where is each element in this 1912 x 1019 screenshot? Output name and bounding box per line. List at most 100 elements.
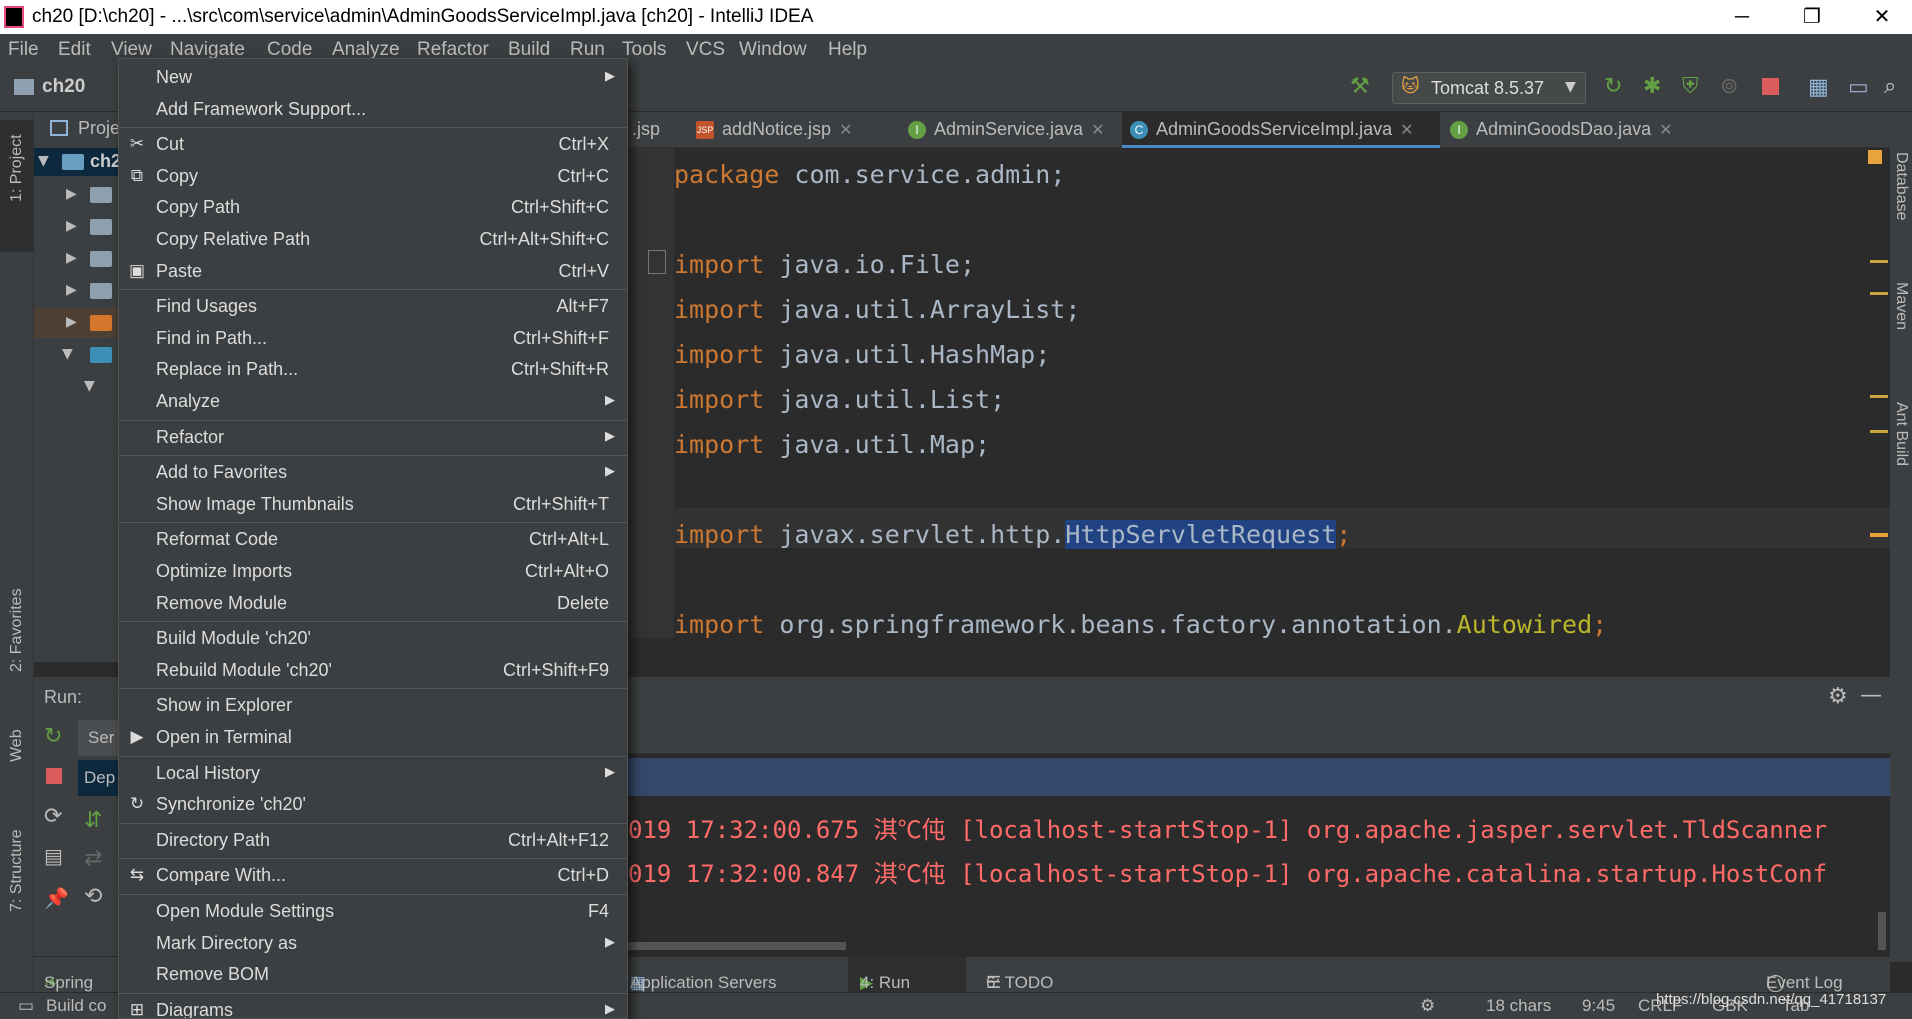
menu-window[interactable]: Window: [739, 39, 807, 61]
menu-item-show-image-thumbnails[interactable]: Show Image Thumbnails Ctrl+Shift+T: [119, 490, 627, 520]
collapse-icon[interactable]: ▶: [66, 314, 77, 330]
sync-icon[interactable]: ⟲: [84, 884, 102, 909]
code-line-import: import java.util.Map;: [674, 430, 991, 459]
stop-icon[interactable]: [46, 768, 62, 784]
rerun-icon[interactable]: ↻: [44, 724, 62, 749]
tool-tab-favorites[interactable]: 2: Favorites: [8, 588, 26, 672]
fold-icon[interactable]: [648, 250, 666, 274]
menu-item-add-to-favorites[interactable]: Add to Favorites ▶: [119, 458, 627, 488]
menu-item-mark-directory-as[interactable]: Mark Directory as ▶: [119, 929, 627, 959]
menu-item-reformat-code[interactable]: Reformat Code Ctrl+Alt+L: [119, 525, 627, 555]
rerun-icon[interactable]: ↻: [1604, 74, 1622, 99]
compare-with-icon: ⇆: [129, 865, 145, 885]
menu-item-build-module-ch20[interactable]: Build Module 'ch20': [119, 624, 627, 654]
caret-position[interactable]: 9:45: [1582, 996, 1615, 1016]
maximize-button[interactable]: ❐: [1782, 0, 1842, 34]
tab-jsp[interactable]: .jsp: [624, 112, 686, 148]
project-folder-icon: [14, 79, 34, 95]
expand-icon[interactable]: ▼: [38, 153, 49, 169]
deploy-icon[interactable]: ⇵: [84, 808, 102, 833]
tool-tab-web[interactable]: Web: [8, 729, 26, 762]
tool-tab-database[interactable]: Database: [1892, 152, 1910, 221]
coverage-shield-icon[interactable]: ⛨: [1682, 74, 1699, 99]
menu-item-paste[interactable]: ▣ Paste Ctrl+V: [119, 257, 627, 287]
menu-item-copy-path[interactable]: Copy Path Ctrl+Shift+C: [119, 193, 627, 223]
menu-item-directory-path[interactable]: Directory Path Ctrl+Alt+F12: [119, 826, 627, 856]
menu-item-copy[interactable]: ⧉ Copy Ctrl+C: [119, 162, 627, 192]
layout-icon[interactable]: ▤: [44, 844, 63, 868]
tab-addnotice[interactable]: JSP addNotice.jsp ✕: [688, 112, 898, 148]
menu-help[interactable]: Help: [828, 39, 867, 61]
menu-item-remove-module[interactable]: Remove Module Delete: [119, 589, 627, 619]
menu-item-open-in-terminal[interactable]: ▶ Open in Terminal: [119, 723, 627, 753]
menu-item-cut[interactable]: ✂ Cut Ctrl+X: [119, 130, 627, 160]
project-structure-icon[interactable]: ▦: [1808, 75, 1829, 100]
close-icon[interactable]: ✕: [1091, 122, 1104, 139]
run-config-select[interactable]: 🐱 Tomcat 8.5.37 ▼: [1392, 72, 1586, 104]
tab-adminservice[interactable]: I AdminService.java ✕: [900, 112, 1120, 148]
tool-tab-project[interactable]: 1: Project: [8, 134, 26, 202]
horizontal-scrollbar[interactable]: [624, 942, 846, 950]
collapse-icon[interactable]: ▶: [66, 186, 77, 202]
profile-icon[interactable]: ⊚: [1720, 74, 1738, 99]
close-window-button[interactable]: ✕: [1852, 0, 1912, 34]
frame-icon[interactable]: ▭: [1848, 75, 1869, 100]
tool-tab-maven[interactable]: Maven: [1892, 282, 1910, 330]
menu-item-compare-with[interactable]: ⇆ Compare With... Ctrl+D: [119, 861, 627, 891]
close-icon[interactable]: ✕: [839, 122, 852, 139]
menu-file[interactable]: File: [8, 39, 39, 61]
collapse-icon[interactable]: ▶: [66, 250, 77, 266]
pin-icon[interactable]: 📌: [44, 886, 69, 910]
gear-icon[interactable]: ⚙: [1828, 684, 1848, 709]
menu-item-new[interactable]: New ▶: [119, 63, 627, 93]
menu-item-replace-in-path[interactable]: Replace in Path... Ctrl+Shift+R: [119, 355, 627, 385]
tool-tab-structure[interactable]: 7: Structure: [8, 829, 26, 912]
minimize-button[interactable]: ─: [1712, 0, 1772, 34]
expand-icon[interactable]: ▼: [62, 346, 73, 362]
undeploy-icon[interactable]: ⇄: [84, 846, 102, 871]
refresh-icon[interactable]: ⟳: [44, 804, 62, 829]
warning-marker-icon[interactable]: [1868, 150, 1882, 164]
menu-item-find-usages[interactable]: Find Usages Alt+F7: [119, 292, 627, 322]
stop-icon[interactable]: [1762, 78, 1779, 95]
close-icon[interactable]: ✕: [1659, 122, 1672, 139]
menu-tools[interactable]: Tools: [622, 39, 666, 61]
project-breadcrumb[interactable]: ch20: [42, 76, 85, 98]
menu-item-diagrams[interactable]: ⊞ Diagrams ▶: [119, 996, 627, 1018]
menu-vcs[interactable]: VCS: [686, 39, 725, 61]
collapse-icon[interactable]: ▶: [66, 282, 77, 298]
tool-tab-ant-build[interactable]: Ant Build: [1892, 402, 1910, 466]
menu-item-analyze[interactable]: Analyze ▶: [119, 387, 627, 417]
layout-toggle-icon[interactable]: ▭: [18, 996, 34, 1016]
error-stripe-marker[interactable]: [1870, 430, 1888, 433]
debug-bug-icon[interactable]: ✱: [1643, 74, 1661, 99]
tab-admingoodsserviceimpl[interactable]: C AdminGoodsServiceImpl.java ✕: [1122, 112, 1440, 148]
error-stripe-marker[interactable]: [1870, 533, 1888, 537]
build-hammer-icon[interactable]: ⚒: [1350, 74, 1370, 99]
menu-item-rebuild-module-ch20[interactable]: Rebuild Module 'ch20' Ctrl+Shift+F9: [119, 656, 627, 686]
error-stripe-marker[interactable]: [1870, 292, 1888, 295]
menu-edit[interactable]: Edit: [58, 39, 91, 61]
menu-item-open-module-settings[interactable]: Open Module Settings F4: [119, 897, 627, 927]
menu-item-local-history[interactable]: Local History ▶: [119, 759, 627, 789]
expand-icon[interactable]: ▼: [84, 378, 95, 394]
menu-item-refactor[interactable]: Refactor ▶: [119, 423, 627, 453]
tool-tab-run[interactable]: ▶ 4: Run: [848, 957, 966, 993]
collapse-icon[interactable]: ▶: [66, 218, 77, 234]
menu-item-show-in-explorer[interactable]: Show in Explorer: [119, 691, 627, 721]
menu-item-synchronize-ch20[interactable]: ↻ Synchronize 'ch20': [119, 790, 627, 820]
vertical-scrollbar[interactable]: [1878, 912, 1886, 950]
search-icon[interactable]: ⌕: [1884, 74, 1896, 99]
console-output[interactable]: 019 17:32:00.675 淇℃伅 [localhost-startSto…: [624, 716, 1890, 956]
deployment-label: Dep: [84, 768, 116, 787]
menu-item-optimize-imports[interactable]: Optimize Imports Ctrl+Alt+O: [119, 557, 627, 587]
menu-item-add-framework-support[interactable]: Add Framework Support...: [119, 95, 627, 125]
error-stripe-marker[interactable]: [1870, 395, 1888, 398]
minimize-panel-icon[interactable]: —: [1860, 683, 1882, 708]
tab-admingoodsdao[interactable]: I AdminGoodsDao.java ✕: [1442, 112, 1692, 148]
close-icon[interactable]: ✕: [1400, 122, 1413, 139]
error-stripe-marker[interactable]: [1870, 260, 1888, 263]
menu-item-remove-bom[interactable]: Remove BOM: [119, 960, 627, 990]
menu-item-copy-relative-path[interactable]: Copy Relative Path Ctrl+Alt+Shift+C: [119, 225, 627, 255]
menu-item-find-in-path[interactable]: Find in Path... Ctrl+Shift+F: [119, 324, 627, 354]
